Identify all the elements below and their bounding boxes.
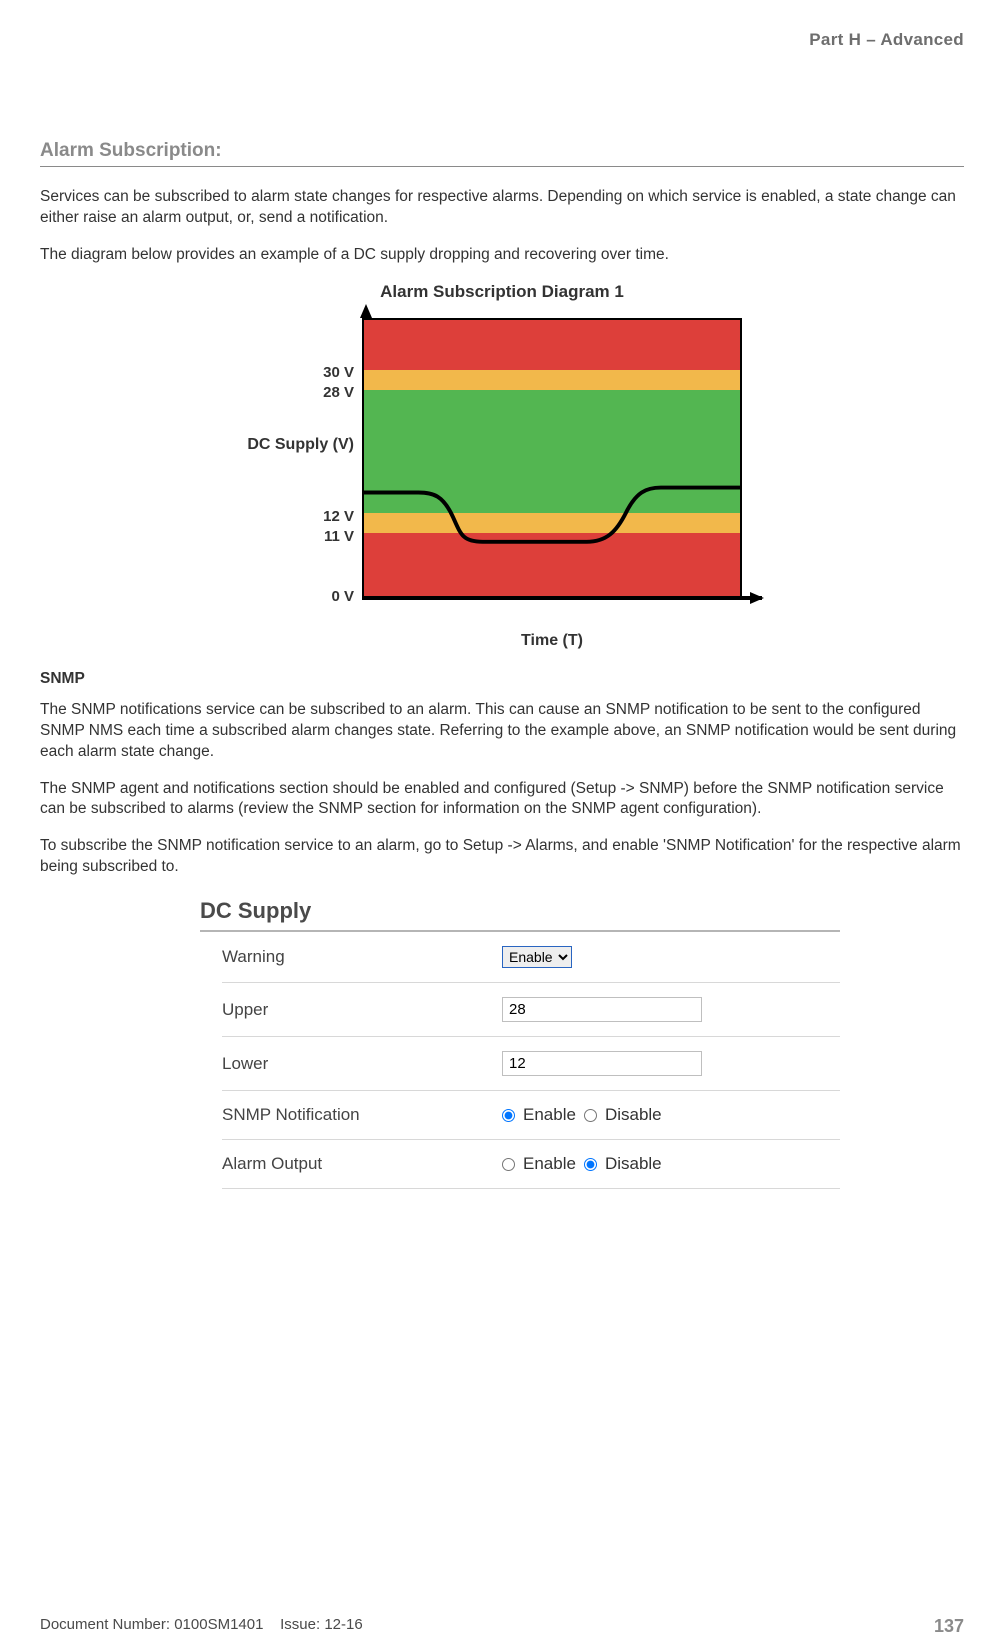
ytick-28v: 28 V (323, 384, 354, 401)
diagram-title: Alarm Subscription Diagram 1 (182, 282, 822, 302)
x-axis-line (362, 596, 762, 600)
row-warning: Warning Enable (222, 932, 840, 983)
alarm-subscription-diagram: Alarm Subscription Diagram 1 30 V 28 V D… (182, 282, 822, 650)
y-axis-label: DC Supply (V) (247, 436, 354, 454)
row-snmp-notification: SNMP Notification Enable Disable (222, 1091, 840, 1140)
label-snmp-notification: SNMP Notification (222, 1105, 502, 1125)
snmp-enable-label: Enable (523, 1105, 576, 1125)
label-alarm-output: Alarm Output (222, 1154, 502, 1174)
voltage-trace (364, 320, 740, 596)
warning-select[interactable]: Enable (502, 946, 572, 968)
alarm-output-enable-label: Enable (523, 1154, 576, 1174)
footer-issue: Issue: 12-16 (280, 1616, 363, 1633)
snmp-enable-radio[interactable] (502, 1109, 515, 1122)
footer-doc-number: Document Number: 0100SM1401 (40, 1616, 263, 1633)
alarm-output-disable-radio[interactable] (584, 1158, 597, 1171)
ytick-11v: 11 V (324, 528, 354, 545)
form-header: DC Supply (200, 898, 840, 932)
x-axis-label: Time (T) (362, 632, 742, 650)
dc-supply-form: DC Supply Warning Enable Upper Lower SNM… (200, 898, 840, 1189)
alarm-output-disable-label: Disable (605, 1154, 662, 1174)
ytick-12v: 12 V (323, 508, 354, 525)
label-lower: Lower (222, 1054, 502, 1074)
section-title-alarm-subscription: Alarm Subscription: (40, 140, 964, 167)
footer-page-number: 137 (934, 1616, 964, 1637)
page-footer: Document Number: 0100SM1401 Issue: 12-16… (40, 1616, 964, 1637)
row-upper: Upper (222, 983, 840, 1037)
paragraph-intro-1: Services can be subscribed to alarm stat… (40, 187, 964, 229)
x-axis-arrow-icon (750, 592, 764, 604)
paragraph-intro-2: The diagram below provides an example of… (40, 245, 964, 266)
paragraph-snmp-1: The SNMP notifications service can be su… (40, 700, 964, 763)
subheading-snmp: SNMP (40, 670, 964, 688)
lower-input[interactable] (502, 1051, 702, 1076)
paragraph-snmp-2: The SNMP agent and notifications section… (40, 779, 964, 821)
chart-plot-area (362, 318, 742, 598)
ytick-0v: 0 V (331, 588, 354, 605)
part-header: Part H – Advanced (40, 30, 964, 50)
row-lower: Lower (222, 1037, 840, 1091)
snmp-disable-label: Disable (605, 1105, 662, 1125)
row-alarm-output: Alarm Output Enable Disable (222, 1140, 840, 1189)
paragraph-snmp-3: To subscribe the SNMP notification servi… (40, 836, 964, 878)
snmp-disable-radio[interactable] (584, 1109, 597, 1122)
y-axis-arrow-icon (360, 304, 372, 318)
upper-input[interactable] (502, 997, 702, 1022)
label-upper: Upper (222, 1000, 502, 1020)
alarm-output-enable-radio[interactable] (502, 1158, 515, 1171)
label-warning: Warning (222, 947, 502, 967)
ytick-30v: 30 V (323, 364, 354, 381)
